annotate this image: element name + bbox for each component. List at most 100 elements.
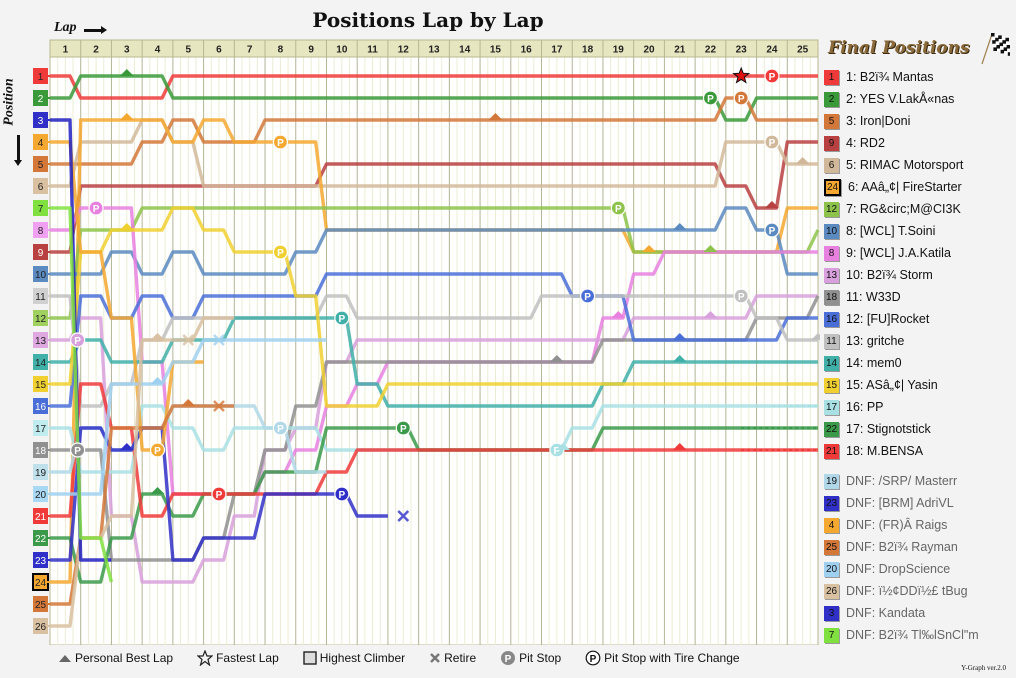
driver-label: 16: PP (846, 400, 884, 414)
final-position-item: 15 15: ASâ„¢| Yasin (824, 374, 963, 396)
grid-badge-connector (47, 339, 50, 341)
final-positions-list: 1 1: B2ï¾ Mantas 2 2: YES V.LakÅ«nas 5 3: Iro… (824, 66, 963, 462)
final-position-item: 2 2: YES V.LakÅ«nas (824, 88, 963, 110)
final-position-item: 5 3: Iron|Doni (824, 110, 963, 132)
dnf-item: 20 DNF: DropScience (824, 558, 979, 580)
pit-stop-label: P (93, 204, 100, 215)
grid-badge: 25 (824, 539, 839, 555)
grid-badge-connector (47, 427, 50, 429)
lap-tick-label: 15 (490, 45, 502, 56)
grid-badge: 9 (824, 135, 839, 151)
grid-badge-label: 15 (35, 380, 47, 391)
grid-badge-connector (47, 251, 50, 253)
grid-badge-label: 7 (38, 204, 44, 215)
lap-tick-label: 2 (93, 45, 99, 56)
final-position-item: 14 14: mem0 (824, 352, 963, 374)
final-position-item: 12 7: RG&circ;M@CI3K (824, 198, 963, 220)
flag-check (1004, 51, 1008, 55)
final-positions-title: Final Positions (828, 38, 970, 58)
grid-badge-label: 16 (35, 402, 47, 413)
grid-badge-connector (47, 141, 50, 143)
grid-badge-connector (47, 317, 50, 319)
svg-text:P: P (590, 654, 597, 665)
square-icon (303, 651, 317, 665)
lap-header: 1 2 3 4 5 6 7 8 9 10 11 12 13 14 15 16 17 18 19 20 21 22 23 24 2… (49, 39, 819, 58)
grid-badge-label: 24 (35, 578, 47, 589)
grid-badge-label: 19 (35, 468, 47, 479)
grid-badge-label: 22 (35, 534, 47, 545)
grid-badge-label: 21 (35, 512, 47, 523)
driver-label: DNF: B2ï¾ Tl‰lSnCl"m (846, 628, 979, 642)
driver-label: DNF: DropScience (846, 562, 951, 576)
grid-badge: 1 (824, 69, 839, 85)
grid-badge: 8 (824, 245, 839, 261)
grid-badge: 4 (824, 517, 839, 533)
lap-tick-label: 7 (247, 45, 253, 56)
pit-stop-label: P (615, 204, 622, 215)
grid-badge-connector (47, 515, 50, 517)
final-position-item: 21 18: M.BENSA (824, 440, 963, 462)
grid-badge-connector (47, 383, 50, 385)
grid-badge-connector (47, 625, 50, 627)
legend-retire-label: Retire (444, 651, 477, 665)
lap-tick-label: 14 (459, 45, 471, 56)
grid-badge-connector (47, 405, 50, 407)
driver-label: DNF: (FR)Â Raigs (846, 518, 948, 532)
grid-badge-label: 14 (35, 358, 47, 369)
driver-label: 5: RIMAC Motorsport (846, 158, 964, 172)
driver-label: DNF: ï½¢DDï½£ tBug (846, 584, 968, 598)
grid-badge-label: 6 (38, 182, 44, 193)
grid-badge: 13 (824, 267, 839, 283)
grid-badge-label: 11 (35, 292, 46, 303)
driver-label: 13: gritche (846, 334, 905, 348)
grid-badge: 21 (824, 443, 839, 459)
pit-stop-label: P (769, 226, 776, 237)
lap-tick-label: 13 (428, 45, 440, 56)
driver-label: 1: B2ï¾ Mantas (846, 70, 934, 84)
lap-tick-label: 19 (613, 45, 625, 56)
pit-stop-label: P (400, 424, 407, 435)
legend-pit-tire: P Pit Stop with Tire Change (585, 650, 740, 666)
pit-stop-label: P (339, 314, 346, 325)
legend-personal-best-label: Personal Best Lap (75, 651, 174, 665)
dnf-item: 23 DNF: [BRM] AdriVL (824, 492, 979, 514)
pit-stop-label: P (339, 490, 346, 501)
pit-stop-label: P (277, 138, 284, 149)
legend-pit-tire-label: Pit Stop with Tire Change (604, 651, 740, 665)
grid-badge-label: 23 (35, 556, 47, 567)
grid-badge-connector (47, 185, 50, 187)
driver-label: DNF: /SRP/ Masterr (846, 474, 958, 488)
grid-badge-connector (47, 603, 50, 605)
dnf-item: 3 DNF: Kandata (824, 602, 979, 624)
legend-retire: Retire (429, 651, 476, 665)
final-position-item: 10 8: [WCL] T.Soini (824, 220, 963, 242)
lap-tick-label: 10 (336, 45, 348, 56)
dnf-item: 25 DNF: B2ï¾ Rayman (824, 536, 979, 558)
grid-badge: 6 (824, 157, 839, 173)
grid-badge-connector (47, 163, 50, 165)
grid-badge-connector (47, 119, 50, 121)
grid-badge-connector (47, 559, 50, 561)
legend-fastest-label: Fastest Lap (216, 651, 279, 665)
grid-badge-connector (47, 361, 50, 363)
final-position-item: 1 1: B2ï¾ Mantas (824, 66, 963, 88)
driver-label: 14: mem0 (846, 356, 902, 370)
x-icon (429, 652, 441, 664)
grid-badge-connector (47, 207, 50, 209)
dnf-item: 19 DNF: /SRP/ Masterr (824, 470, 979, 492)
pit-stop-label: P (277, 248, 284, 259)
triangle-icon (58, 653, 72, 663)
dnf-item: 4 DNF: (FR)Â Raigs (824, 514, 979, 536)
driver-label: 7: RG&circ;M@CI3K (846, 202, 961, 216)
grid-badge-connector (47, 295, 50, 297)
lap-tick-label: 22 (705, 45, 717, 56)
pit-stop-label: P (216, 490, 223, 501)
driver-label: 9: [WCL] J.A.Katila (846, 246, 951, 260)
lap-tick-label: 3 (124, 45, 130, 56)
legend-pit-stop: P Pit Stop (500, 650, 561, 666)
legend-fastest: Fastest Lap (197, 650, 279, 666)
lap-tick-label: 20 (643, 45, 655, 56)
lap-tick-label: 21 (674, 45, 686, 56)
final-position-item: 22 17: Stignotstick (824, 418, 963, 440)
legend-highest-climber-label: Highest Climber (319, 651, 406, 665)
